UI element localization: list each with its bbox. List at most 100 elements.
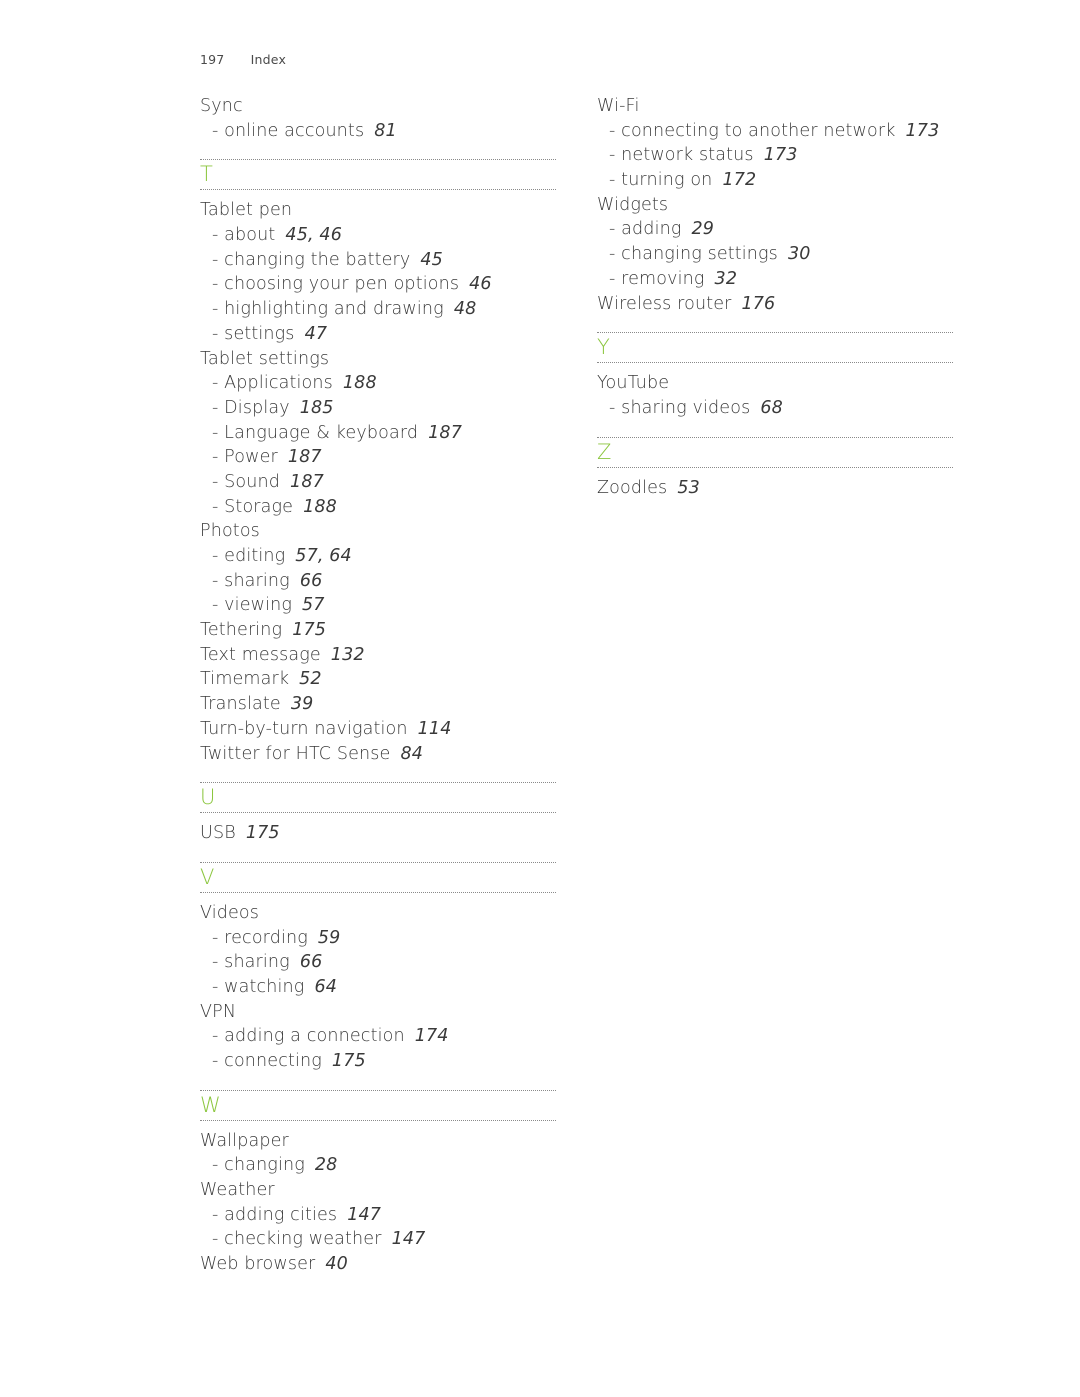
index-term: USB — [200, 823, 236, 844]
index-subentry: - choosing your pen options 46 — [200, 272, 556, 297]
page-reference-link[interactable]: 48 — [454, 299, 477, 319]
index-entry: VPN — [200, 1000, 556, 1025]
page-reference-link[interactable]: 64 — [314, 977, 337, 997]
section-letter: Z — [597, 439, 612, 464]
page-reference-link[interactable]: 52 — [299, 669, 322, 689]
page-reference-link[interactable]: 187 — [428, 423, 462, 443]
letter-divider-y: Y — [597, 332, 953, 364]
page-reference-link[interactable]: 175 — [292, 620, 326, 640]
index-entry: Videos — [200, 901, 556, 926]
page-reference-link[interactable]: 187 — [290, 472, 324, 492]
index-term: Videos — [200, 902, 260, 923]
index-group: YouTube - sharing videos 68 — [597, 371, 953, 420]
index-column-left: Sync - online accounts 81 T Tablet pen - ab… — [200, 94, 556, 1277]
index-term: - adding a connection — [212, 1026, 405, 1047]
index-entry: Turn-by-turn navigation 114 — [200, 717, 556, 742]
index-entry: Wi-Fi — [597, 94, 953, 119]
page-reference-link[interactable]: 45 — [420, 250, 443, 270]
index-entry: Tablet pen — [200, 198, 556, 223]
index-subentry: - removing 32 — [597, 267, 953, 292]
page-reference-link[interactable]: 175 — [332, 1051, 366, 1071]
index-subentry: - connecting to another network 173 — [597, 119, 953, 144]
index-term: - checking weather — [212, 1229, 382, 1250]
index-subentry: - changing settings 30 — [597, 242, 953, 267]
page-reference-link[interactable]: 59 — [318, 928, 341, 948]
page-reference-link[interactable]: 66 — [300, 952, 323, 972]
page-header: 197 Index — [200, 52, 286, 67]
index-subentry: - Storage 188 — [200, 495, 556, 520]
index-term: - adding cities — [212, 1204, 338, 1225]
index-term: - network status — [609, 145, 754, 166]
index-term: - Sound — [212, 471, 281, 492]
index-group: USB 175 — [200, 821, 556, 846]
index-term: - recording — [212, 927, 308, 948]
index-term: YouTube — [597, 373, 670, 394]
index-term: - adding — [609, 219, 682, 240]
index-term: Tablet settings — [200, 348, 330, 369]
page-reference-link[interactable]: 66 — [300, 571, 323, 591]
index-group: Wi-Fi - connecting to another network 173-… — [597, 94, 953, 316]
page-reference-link[interactable]: 32 — [715, 269, 738, 289]
page-reference-link[interactable]: 45, 46 — [285, 225, 342, 245]
index-term: - connecting — [212, 1051, 322, 1071]
index-subentry: - online accounts 81 — [200, 119, 556, 144]
index-subentry: - changing 28 — [200, 1153, 556, 1178]
index-column-right: Wi-Fi - connecting to another network 173-… — [597, 94, 953, 500]
index-subentry: - network status 173 — [597, 143, 953, 168]
page-reference-link[interactable]: 173 — [764, 145, 798, 165]
index-subentry: - Sound 187 — [200, 470, 556, 495]
index-term: Zoodles — [597, 477, 668, 498]
page-reference-link[interactable]: 81 — [374, 121, 397, 141]
index-term: - about — [212, 225, 276, 246]
index-term: - online accounts — [212, 120, 365, 141]
page-reference-link[interactable]: 188 — [303, 497, 337, 517]
page-reference-link[interactable]: 29 — [691, 219, 714, 239]
page-reference-link[interactable]: 57 — [302, 595, 325, 615]
page-reference-link[interactable]: 39 — [291, 694, 314, 714]
page-reference-link[interactable]: 188 — [343, 373, 377, 393]
page-reference-link[interactable]: 185 — [300, 398, 334, 418]
letter-divider-w: W — [200, 1089, 556, 1121]
index-subentry: - sharing 66 — [200, 569, 556, 594]
page-reference-link[interactable]: 187 — [288, 447, 322, 467]
index-entry: Wireless router 176 — [597, 292, 953, 317]
index-entry: Wallpaper — [200, 1129, 556, 1154]
page-reference-link[interactable]: 46 — [469, 274, 492, 294]
page-reference-link[interactable]: 147 — [392, 1229, 426, 1249]
page-reference-link[interactable]: 132 — [331, 645, 365, 665]
page-reference-link[interactable]: 176 — [741, 294, 775, 314]
index-entry: Zoodles 53 — [597, 476, 953, 501]
page-reference-link[interactable]: 114 — [418, 719, 452, 739]
index-entry: Tablet settings — [200, 347, 556, 372]
index-entry: USB 175 — [200, 821, 556, 846]
letter-divider-z: Z — [597, 436, 953, 468]
page-reference-link[interactable]: 175 — [246, 823, 280, 843]
letter-divider-t: T — [200, 159, 556, 191]
index-term: Wi-Fi — [597, 96, 640, 116]
page-reference-link[interactable]: 40 — [325, 1254, 348, 1274]
page-reference-link[interactable]: 30 — [788, 244, 811, 264]
page-reference-link[interactable]: 84 — [400, 744, 423, 764]
index-term: Text message — [200, 644, 321, 665]
index-term: - Language & keyboard — [212, 422, 419, 443]
page-reference-link[interactable]: 68 — [760, 398, 783, 418]
index-term: - turning on — [609, 170, 713, 191]
index-entry: Translate 39 — [200, 692, 556, 717]
index-term: - removing — [609, 268, 705, 289]
index-entry: YouTube — [597, 371, 953, 396]
page-reference-link[interactable]: 53 — [677, 478, 700, 498]
index-subentry: - Power 187 — [200, 445, 556, 470]
page-reference-link[interactable]: 172 — [722, 170, 756, 190]
index-term: - editing — [212, 546, 286, 566]
index-term: - changing the battery — [212, 249, 411, 270]
page-reference-link[interactable]: 57, 64 — [295, 546, 352, 566]
index-entry: Twitter for HTC Sense 84 — [200, 742, 556, 767]
index-term: Wireless router — [597, 293, 732, 314]
letter-divider-u: U — [200, 782, 556, 814]
page-reference-link[interactable]: 147 — [347, 1205, 381, 1225]
page-reference-link[interactable]: 28 — [315, 1155, 338, 1175]
page-reference-link[interactable]: 173 — [906, 121, 940, 141]
page-reference-link[interactable]: 174 — [415, 1026, 449, 1046]
index-term: Sync — [200, 96, 243, 116]
page-reference-link[interactable]: 47 — [305, 324, 328, 344]
